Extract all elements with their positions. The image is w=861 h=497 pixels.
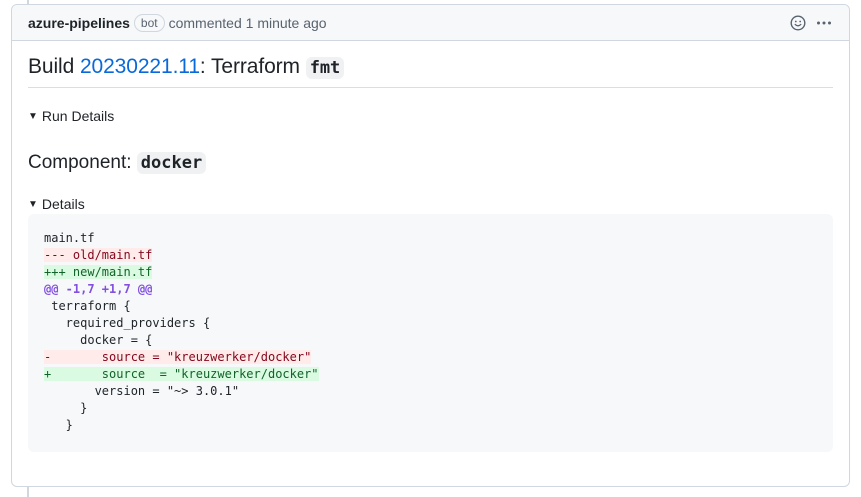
diff-line-context: }	[44, 418, 73, 432]
run-details-label: Run Details	[41, 108, 115, 124]
heading-code: fmt	[305, 57, 345, 79]
kebab-horizontal-icon[interactable]	[815, 14, 833, 32]
diff-line-context: }	[44, 401, 88, 415]
diff-line-del: - source = "kreuzwerker/docker"	[44, 350, 312, 364]
bot-badge: bot	[133, 13, 165, 32]
header-actions	[789, 14, 833, 32]
triangle-down-icon: ▼	[28, 198, 38, 210]
author-link[interactable]: azure-pipelines	[28, 15, 130, 31]
diff-line-add: + source = "kreuzwerker/docker"	[44, 367, 319, 381]
comment-header: azure-pipelines bot commented 1 minute a…	[12, 5, 849, 41]
component-code: docker	[136, 152, 207, 174]
diff-line-context: docker = {	[44, 333, 153, 347]
component-heading: Component: docker	[28, 152, 833, 174]
diff-line-context: version = "~> 3.0.1"	[44, 384, 240, 398]
diff-code-block: main.tf --- old/main.tf +++ new/main.tf @@ …	[28, 214, 833, 452]
diff-line-context: terraform {	[44, 299, 131, 313]
diff-line-context: main.tf	[44, 231, 95, 245]
heading-prefix: Build	[28, 55, 80, 78]
smiley-icon[interactable]	[789, 14, 807, 32]
diff-line-hunk: @@ -1,7 +1,7 @@	[44, 282, 153, 296]
build-number-link[interactable]: 20230221.11	[80, 55, 200, 78]
diff-line-context: required_providers {	[44, 316, 211, 330]
build-heading: Build 20230221.11: Terraform fmt	[28, 55, 833, 88]
heading-suffix: : Terraform	[199, 55, 306, 78]
diff-line-del: --- old/main.tf	[44, 248, 153, 262]
diff-line-add: +++ new/main.tf	[44, 265, 153, 279]
component-prefix: Component:	[28, 152, 137, 173]
run-details-summary[interactable]: ▼ Run Details	[28, 108, 833, 124]
triangle-down-icon: ▼	[28, 110, 38, 122]
comment-body: Build 20230221.11: Terraform fmt ▼ Run D…	[12, 41, 849, 452]
comment-box: azure-pipelines bot commented 1 minute a…	[11, 4, 850, 487]
comment-timestamp[interactable]: commented 1 minute ago	[169, 15, 327, 31]
details-label: Details	[41, 196, 85, 212]
details-summary[interactable]: ▼ Details	[28, 196, 833, 212]
